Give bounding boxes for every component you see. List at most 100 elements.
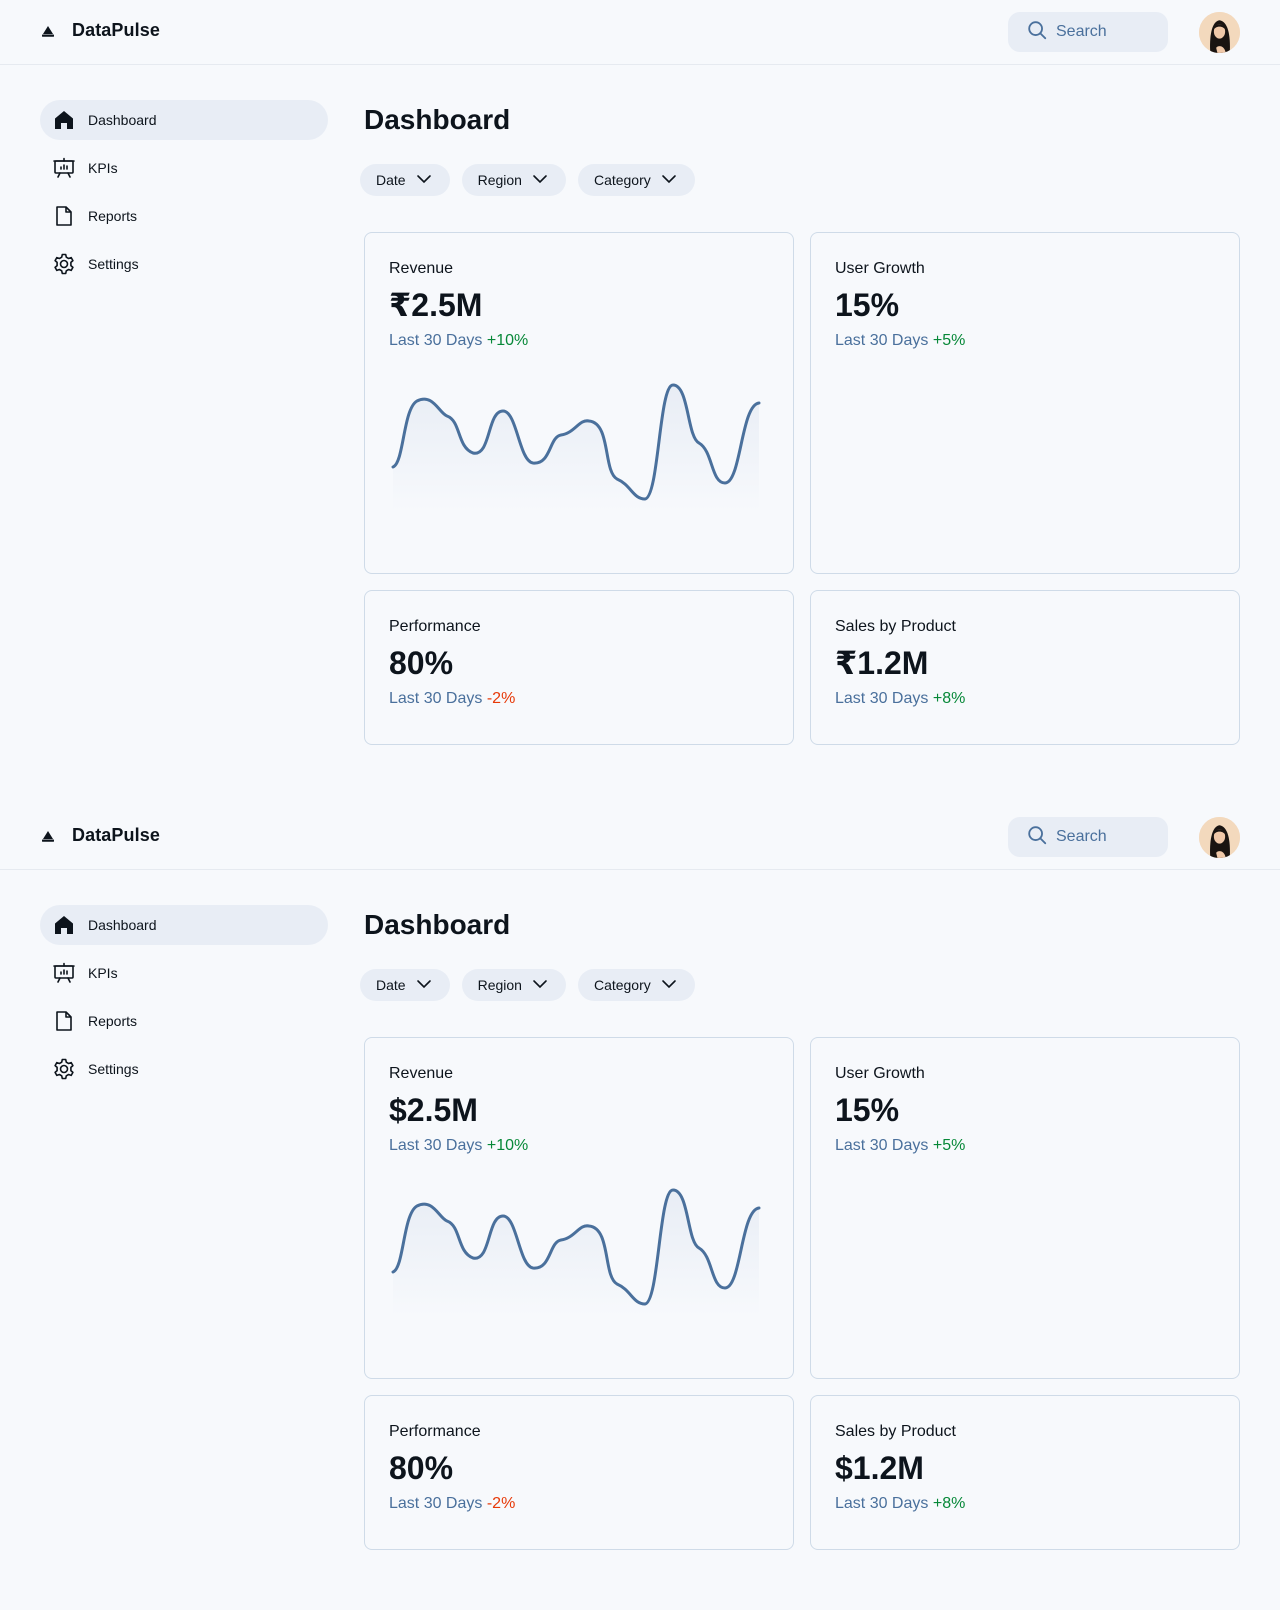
search-icon (1026, 824, 1056, 851)
avatar[interactable] (1199, 817, 1240, 858)
page-title: Dashboard (364, 909, 511, 940)
card-value: 15% (835, 1092, 900, 1128)
user-growth-card[interactable]: User Growth 15% Last 30 Days +5% (810, 1037, 1240, 1379)
sidebar-item-reports[interactable]: Reports (40, 196, 328, 236)
user-growth-card[interactable]: User Growth 15% Last 30 Days +5% (810, 232, 1240, 574)
presentation-chart-icon (52, 156, 76, 180)
brand-name: DataPulse (72, 20, 160, 40)
logo-icon (40, 23, 56, 39)
search-icon (1026, 19, 1056, 46)
card-period: Last 30 Days (389, 1495, 483, 1512)
sidebar-item-label: Dashboard (88, 112, 157, 128)
brand[interactable]: DataPulse (40, 20, 160, 41)
dashboard-screen: DataPulse Search Dashboard KPIs Reports … (0, 0, 1280, 805)
sidebar: Dashboard KPIs Reports Settings (40, 905, 328, 1097)
search-placeholder: Search (1056, 828, 1107, 845)
page-title: Dashboard (364, 104, 511, 135)
sidebar-item-reports[interactable]: Reports (40, 1001, 328, 1041)
sidebar-item-label: KPIs (88, 965, 118, 981)
card-delta: +5% (932, 332, 966, 349)
brand[interactable]: DataPulse (40, 825, 160, 846)
file-icon (52, 204, 76, 228)
chevron-down-icon (651, 974, 679, 997)
sidebar-item-label: Dashboard (88, 917, 157, 933)
filter-region[interactable]: Region (461, 164, 566, 196)
card-label: Performance (389, 1423, 481, 1440)
logo-icon (40, 828, 56, 844)
dashboard-screen: DataPulse Search Dashboard KPIs Reports … (0, 805, 1280, 1610)
card-subtext: Last 30 Days +5% (835, 329, 1215, 353)
filter-category[interactable]: Category (577, 969, 695, 1001)
card-subtext: Last 30 Days +5% (835, 1134, 1215, 1158)
card-period: Last 30 Days (389, 1137, 483, 1154)
file-icon (52, 1009, 76, 1033)
search-placeholder: Search (1056, 23, 1107, 40)
sales-by-product-card[interactable]: Sales by Product $1.2M Last 30 Days +8% (810, 1395, 1240, 1550)
filter-label: Date (376, 977, 406, 993)
card-period: Last 30 Days (835, 690, 929, 707)
filter-region[interactable]: Region (461, 969, 566, 1001)
house-icon (52, 913, 76, 937)
sidebar-item-dashboard[interactable]: Dashboard (40, 100, 328, 140)
sidebar-item-label: Reports (88, 1013, 138, 1029)
card-delta: +10% (486, 1137, 529, 1154)
house-icon (52, 108, 76, 132)
filter-label: Category (593, 977, 651, 993)
card-subtext: Last 30 Days +8% (835, 687, 1215, 711)
performance-card[interactable]: Performance 80% Last 30 Days -2% (364, 1395, 794, 1550)
chevron-down-icon (522, 169, 550, 192)
revenue-sparkline (391, 383, 761, 511)
revenue-sparkline (391, 1188, 761, 1316)
sales-by-product-card[interactable]: Sales by Product ₹1.2M Last 30 Days +8% (810, 590, 1240, 745)
search-input[interactable]: Search (1008, 12, 1168, 52)
filter-category[interactable]: Category (577, 164, 695, 196)
card-value: 80% (389, 645, 454, 681)
search-input[interactable]: Search (1008, 817, 1168, 857)
card-value: ₹1.2M (835, 645, 929, 681)
chevron-down-icon (522, 974, 550, 997)
avatar[interactable] (1199, 12, 1240, 53)
sidebar-item-kpis[interactable]: KPIs (40, 148, 328, 188)
card-label: Revenue (389, 260, 454, 277)
filter-date[interactable]: Date (360, 969, 450, 1001)
card-value: 80% (389, 1450, 454, 1486)
chevron-down-icon (651, 169, 679, 192)
top-header: DataPulse Search (0, 805, 1280, 870)
filter-label: Region (477, 977, 522, 993)
filter-label: Region (477, 172, 522, 188)
chevron-down-icon (406, 169, 434, 192)
card-delta: +5% (932, 1137, 966, 1154)
card-label: User Growth (835, 260, 925, 277)
filter-bar: Date Region Category (360, 969, 707, 1001)
performance-card[interactable]: Performance 80% Last 30 Days -2% (364, 590, 794, 745)
card-value: ₹2.5M (389, 287, 483, 323)
card-period: Last 30 Days (389, 332, 483, 349)
sidebar: Dashboard KPIs Reports Settings (40, 100, 328, 292)
card-period: Last 30 Days (835, 1495, 929, 1512)
card-period: Last 30 Days (835, 332, 929, 349)
sidebar-item-dashboard[interactable]: Dashboard (40, 905, 328, 945)
top-header: DataPulse Search (0, 0, 1280, 65)
card-label: User Growth (835, 1065, 925, 1082)
revenue-card[interactable]: Revenue ₹2.5M Last 30 Days +10% (364, 232, 794, 574)
sidebar-item-label: Reports (88, 208, 138, 224)
filter-label: Date (376, 172, 406, 188)
card-label: Sales by Product (835, 618, 956, 635)
card-value: 15% (835, 287, 900, 323)
presentation-chart-icon (52, 961, 76, 985)
card-subtext: Last 30 Days +8% (835, 1492, 1215, 1516)
sidebar-item-kpis[interactable]: KPIs (40, 953, 328, 993)
card-delta: +8% (932, 690, 966, 707)
card-period: Last 30 Days (835, 1137, 929, 1154)
sidebar-item-settings[interactable]: Settings (40, 1049, 328, 1089)
filter-bar: Date Region Category (360, 164, 707, 196)
card-subtext: Last 30 Days -2% (389, 1492, 769, 1516)
card-subtext: Last 30 Days -2% (389, 687, 769, 711)
sidebar-item-settings[interactable]: Settings (40, 244, 328, 284)
chevron-down-icon (406, 974, 434, 997)
filter-label: Category (593, 172, 651, 188)
sidebar-item-label: Settings (88, 256, 139, 272)
filter-date[interactable]: Date (360, 164, 450, 196)
card-label: Sales by Product (835, 1423, 956, 1440)
revenue-card[interactable]: Revenue $2.5M Last 30 Days +10% (364, 1037, 794, 1379)
